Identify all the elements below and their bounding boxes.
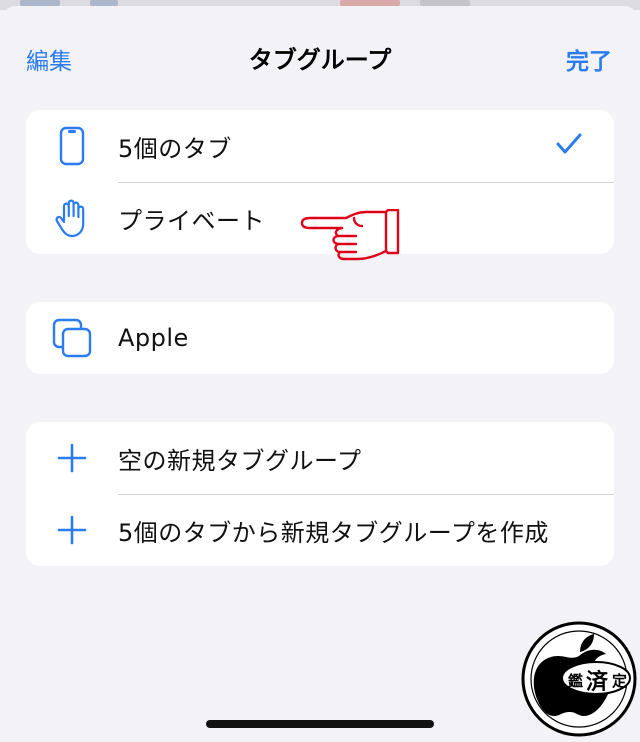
new-tab-group-actions: 空の新規タブグループ 5個のタブから新規タブグループを作成 bbox=[26, 422, 614, 566]
action-label: 空の新規タブグループ bbox=[118, 446, 362, 475]
done-button[interactable]: 完了 bbox=[566, 42, 612, 76]
seal-char: 定 bbox=[612, 672, 628, 690]
square-on-square-icon bbox=[52, 318, 92, 358]
tab-group-label: Apple bbox=[118, 324, 189, 352]
tab-group-row-apple[interactable]: Apple bbox=[26, 302, 614, 374]
new-empty-tab-group-button[interactable]: 空の新規タブグループ bbox=[26, 422, 614, 494]
checkmark-icon bbox=[556, 133, 582, 159]
appraisal-seal-watermark: 鑑 済 定 bbox=[520, 620, 638, 738]
action-label: 5個のタブから新規タブグループを作成 bbox=[118, 518, 549, 547]
tab-group-label: 5個のタブ bbox=[118, 134, 232, 163]
page-title: タブグループ bbox=[248, 46, 392, 74]
tab-group-list: Apple bbox=[26, 302, 614, 374]
iphone-icon bbox=[52, 126, 92, 166]
tab-group-row-tabs[interactable]: 5個のタブ bbox=[26, 110, 614, 182]
home-indicator[interactable] bbox=[206, 720, 434, 728]
new-tab-group-from-tabs-button[interactable]: 5個のタブから新規タブグループを作成 bbox=[26, 494, 614, 566]
tab-group-label: プライベート bbox=[118, 206, 265, 235]
pointing-hand-annotation-icon bbox=[300, 209, 400, 261]
seal-char: 済 bbox=[586, 669, 609, 695]
plus-icon bbox=[52, 510, 92, 550]
seal-char: 鑑 bbox=[568, 672, 584, 690]
plus-icon bbox=[52, 438, 92, 478]
hand-raised-icon bbox=[52, 198, 92, 238]
